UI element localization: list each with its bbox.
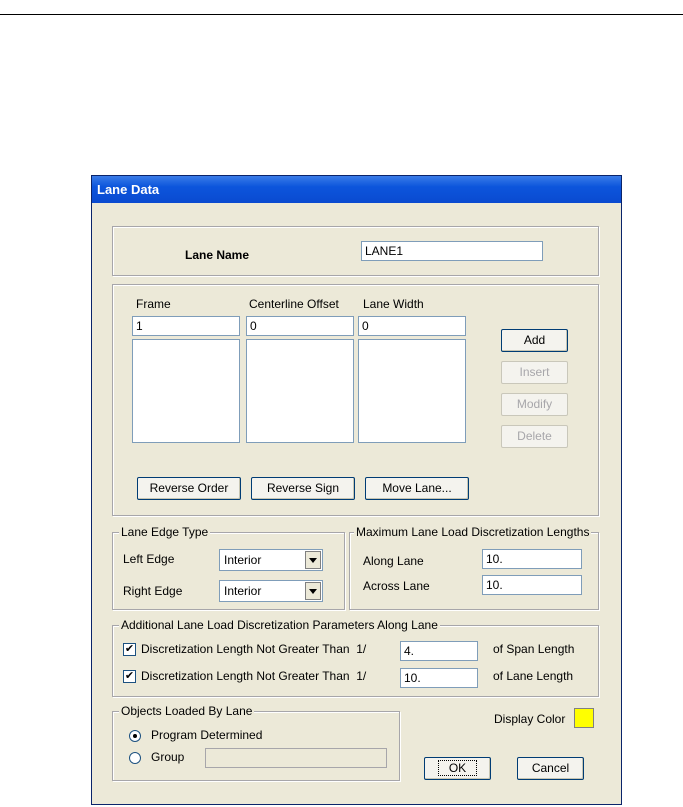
width-input[interactable]: 0 bbox=[358, 316, 466, 336]
frame-column-header: Frame bbox=[136, 297, 171, 311]
objects-loaded-group: Objects Loaded By Lane Program Determine… bbox=[112, 704, 400, 781]
span-length-checkbox[interactable]: ✔ bbox=[123, 643, 136, 656]
cancel-button[interactable]: Cancel bbox=[517, 757, 584, 780]
along-lane-label: Along Lane bbox=[363, 554, 424, 568]
ok-button[interactable]: OK bbox=[424, 757, 491, 780]
chevron-down-icon[interactable] bbox=[305, 582, 321, 600]
span-length-input[interactable]: 4. bbox=[400, 641, 478, 661]
frame-list[interactable] bbox=[132, 339, 240, 443]
ok-label: OK bbox=[437, 760, 478, 776]
left-edge-value: Interior bbox=[224, 553, 262, 567]
move-lane-button[interactable]: Move Lane... bbox=[365, 477, 469, 500]
span-length-label: Discretization Length Not Greater Than 1… bbox=[141, 642, 367, 656]
frames-panel: Frame Centerline Offset Lane Width 1 0 0… bbox=[112, 284, 599, 516]
max-discretization-group: Maximum Lane Load Discretization Lengths… bbox=[349, 525, 599, 610]
add-button[interactable]: Add bbox=[501, 329, 568, 352]
right-edge-select[interactable]: Interior bbox=[219, 580, 323, 602]
right-edge-value: Interior bbox=[224, 584, 262, 598]
left-edge-label: Left Edge bbox=[123, 552, 175, 566]
lane-data-dialog: Lane Data Lane Name LANE1 Frame Centerli… bbox=[91, 175, 622, 805]
group-input[interactable] bbox=[205, 748, 387, 768]
modify-button[interactable]: Modify bbox=[501, 393, 568, 416]
span-length-suffix: of Span Length bbox=[493, 642, 575, 656]
left-edge-select[interactable]: Interior bbox=[219, 549, 323, 571]
chevron-down-icon[interactable] bbox=[305, 551, 321, 569]
width-list[interactable] bbox=[358, 339, 466, 443]
lane-name-input[interactable]: LANE1 bbox=[361, 241, 543, 261]
additional-parameters-group: Additional Lane Load Discretization Para… bbox=[112, 618, 599, 697]
display-color-swatch[interactable] bbox=[574, 708, 594, 728]
across-lane-input[interactable]: 10. bbox=[482, 575, 582, 595]
right-edge-label: Right Edge bbox=[123, 584, 183, 598]
lane-length-input[interactable]: 10. bbox=[400, 668, 478, 688]
group-label: Group bbox=[151, 750, 185, 764]
additional-parameters-legend: Additional Lane Load Discretization Para… bbox=[119, 618, 440, 632]
offset-list[interactable] bbox=[246, 339, 354, 443]
max-discretization-legend: Maximum Lane Load Discretization Lengths bbox=[354, 525, 592, 539]
reverse-order-button[interactable]: Reverse Order bbox=[137, 477, 241, 500]
insert-button[interactable]: Insert bbox=[501, 361, 568, 384]
offset-column-header: Centerline Offset bbox=[249, 297, 339, 311]
lane-name-label: Lane Name bbox=[185, 248, 250, 262]
objects-loaded-legend: Objects Loaded By Lane bbox=[119, 704, 255, 718]
frame-input[interactable]: 1 bbox=[132, 316, 240, 336]
program-determined-radio[interactable] bbox=[129, 730, 141, 742]
lane-edge-type-group: Lane Edge Type Left Edge Interior Right … bbox=[112, 525, 345, 610]
lane-edge-type-legend: Lane Edge Type bbox=[119, 525, 211, 539]
width-column-header: Lane Width bbox=[363, 297, 424, 311]
lane-name-panel: Lane Name LANE1 bbox=[112, 226, 599, 276]
across-lane-label: Across Lane bbox=[363, 579, 430, 593]
delete-button[interactable]: Delete bbox=[501, 425, 568, 448]
display-color-label: Display Color bbox=[494, 712, 566, 726]
dialog-title: Lane Data bbox=[92, 176, 621, 203]
lane-length-label: Discretization Length Not Greater Than 1… bbox=[141, 669, 367, 683]
lane-length-checkbox[interactable]: ✔ bbox=[123, 670, 136, 683]
along-lane-input[interactable]: 10. bbox=[482, 549, 582, 569]
page-rule bbox=[0, 14, 683, 15]
offset-input[interactable]: 0 bbox=[246, 316, 354, 336]
program-determined-label: Program Determined bbox=[151, 728, 263, 742]
lane-length-suffix: of Lane Length bbox=[493, 669, 574, 683]
reverse-sign-button[interactable]: Reverse Sign bbox=[251, 477, 355, 500]
group-radio[interactable] bbox=[129, 752, 141, 764]
